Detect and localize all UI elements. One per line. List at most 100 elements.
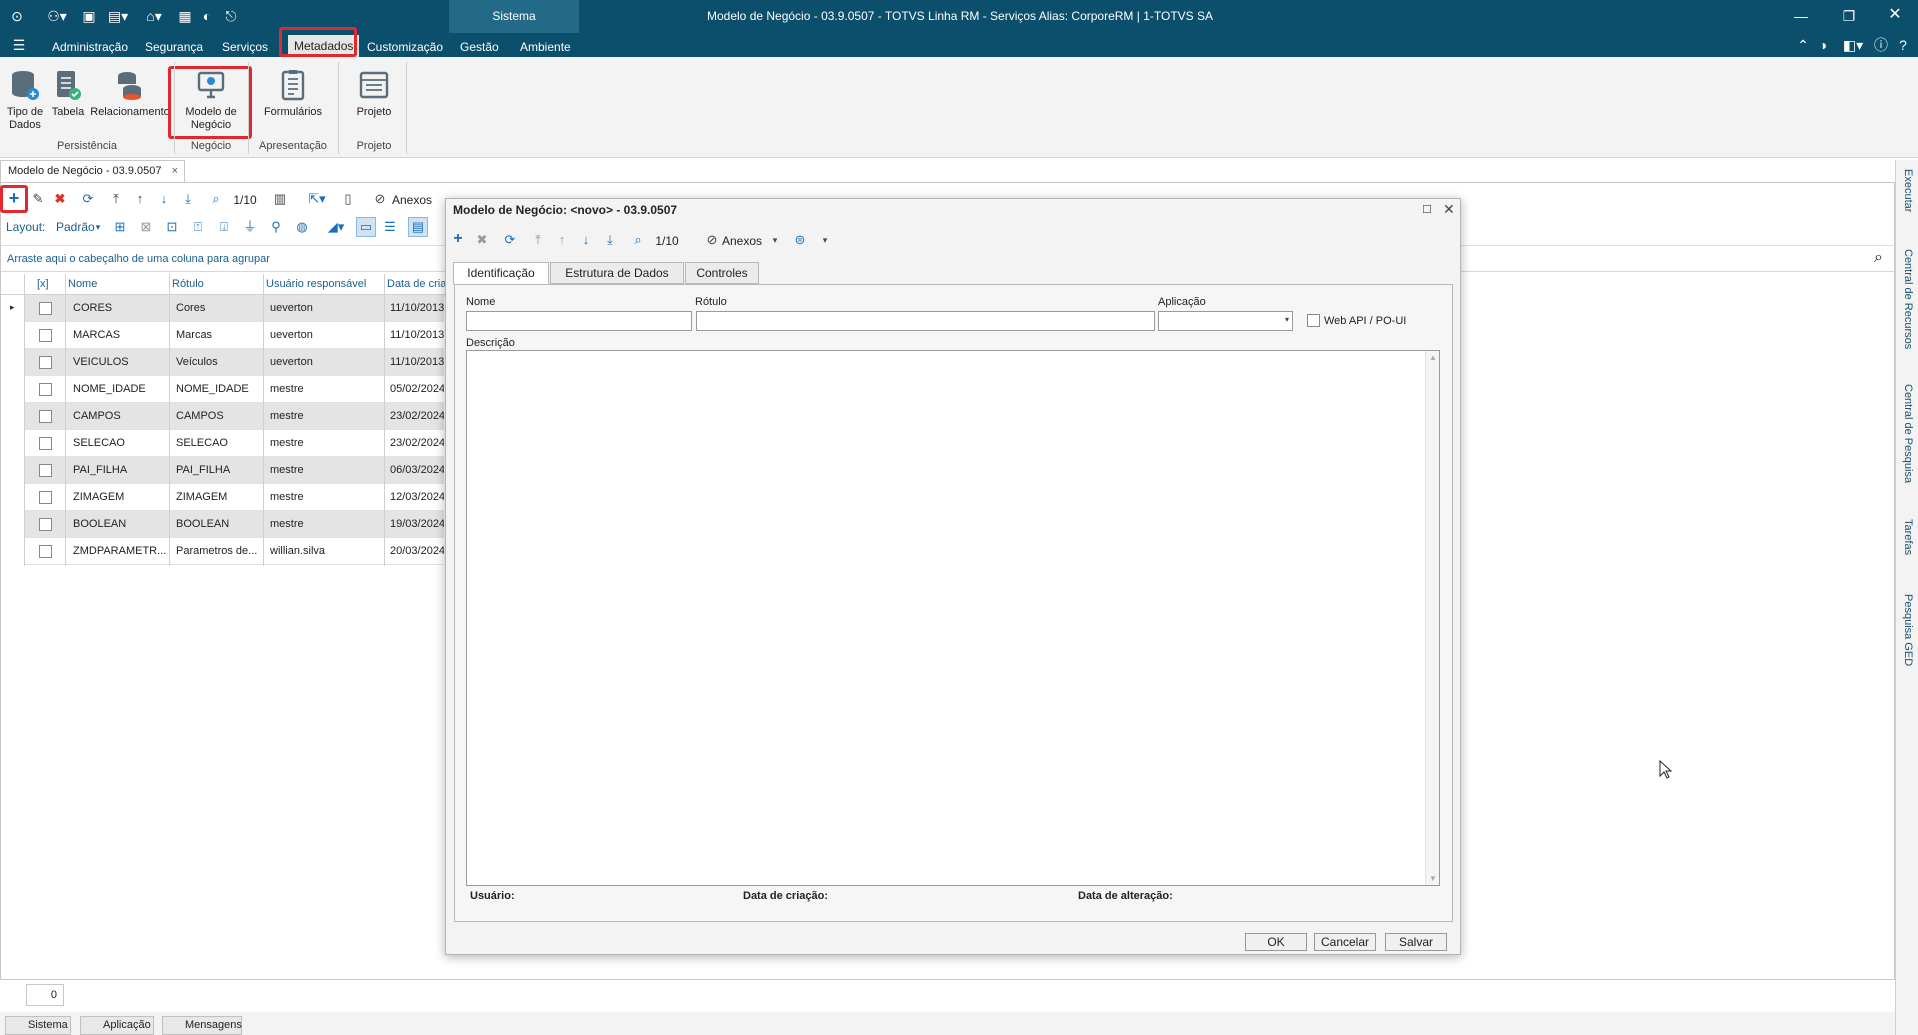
view-dropdown-icon[interactable]: ▤▾: [104, 7, 132, 25]
print-chevron-down-icon[interactable]: ▾: [820, 232, 830, 248]
ribbon-tabela-button[interactable]: Tabela: [48, 62, 88, 119]
menu-gestao[interactable]: Gestão: [460, 37, 499, 57]
totvs-logo-icon[interactable]: ⊙: [8, 7, 26, 25]
row-checkbox[interactable]: [39, 545, 52, 558]
dialog-search-icon[interactable]: ⌕: [630, 232, 646, 248]
menu-customizacao[interactable]: Customização: [367, 37, 443, 57]
menu-ambiente[interactable]: Ambiente: [520, 37, 571, 57]
menu-administracao[interactable]: Administração: [52, 37, 128, 57]
anexos-chevron-down-icon[interactable]: ▾: [770, 232, 780, 248]
dialog-refresh-icon[interactable]: ⟳: [502, 232, 518, 248]
dialog-next-icon[interactable]: ↓: [578, 232, 594, 248]
first-record-icon[interactable]: ⤒: [108, 191, 124, 207]
refresh-icon[interactable]: ⟳: [80, 191, 96, 207]
previous-record-icon[interactable]: ↑: [132, 191, 148, 207]
descricao-scrollbar[interactable]: ▲ ▼: [1425, 351, 1439, 885]
theme-icon[interactable]: ◑: [1814, 36, 1832, 54]
menu-seguranca[interactable]: Segurança: [145, 37, 203, 57]
pin-icon[interactable]: ⚲: [268, 219, 284, 235]
tab-estrutura-de-dados[interactable]: Estrutura de Dados: [550, 262, 684, 284]
row-checkbox[interactable]: [39, 329, 52, 342]
report-icon[interactable]: ▯: [340, 191, 356, 207]
table-row[interactable]: CORES Cores ueverton 11/10/2013: [24, 295, 444, 322]
salvar-button[interactable]: Salvar: [1385, 933, 1447, 951]
chevron-down-icon[interactable]: ▾: [93, 219, 103, 235]
header-usuario-responsavel[interactable]: Usuário responsável: [266, 274, 381, 294]
shapes-icon[interactable]: ◍: [294, 219, 310, 235]
table-row[interactable]: CAMPOS CAMPOS mestre 23/02/2024: [24, 403, 444, 430]
help-book-icon[interactable]: ◐: [198, 7, 216, 25]
attachment-icon[interactable]: ⊘: [372, 191, 388, 207]
dialog-new-icon[interactable]: +: [450, 231, 466, 247]
nome-input[interactable]: [466, 311, 692, 331]
view-form-icon[interactable]: ▤: [408, 217, 428, 237]
user-dropdown-icon[interactable]: ⚇▾: [42, 7, 72, 25]
download-layout-icon[interactable]: ⍗: [216, 219, 232, 235]
dialog-first-icon[interactable]: ⤒: [530, 232, 546, 248]
table-row[interactable]: ZMDPARAMETR... Parametros de... willian.si…: [24, 538, 444, 565]
ok-button[interactable]: OK: [1245, 933, 1307, 951]
document-tab-close-icon[interactable]: ×: [172, 161, 178, 181]
collapse-ribbon-icon[interactable]: ⌃: [1794, 36, 1812, 54]
statusbar-tab-sistema[interactable]: Sistema: [5, 1016, 71, 1035]
row-checkbox[interactable]: [39, 383, 52, 396]
new-record-icon[interactable]: +: [4, 189, 24, 207]
side-tab-executar[interactable]: Executar: [1898, 165, 1918, 235]
scroll-down-icon[interactable]: ▼: [1429, 874, 1437, 883]
row-checkbox[interactable]: [39, 410, 52, 423]
print-icon[interactable]: ▣: [80, 7, 98, 25]
dialog-close-icon[interactable]: ✕: [1443, 201, 1455, 218]
dialog-delete-icon[interactable]: ✖: [474, 232, 490, 248]
table-row[interactable]: NOME_IDADE NOME_IDADE mestre 05/02/2024: [24, 376, 444, 403]
upload-layout-icon[interactable]: ⍐: [190, 219, 206, 235]
info-icon[interactable]: ⓘ: [1872, 36, 1890, 54]
row-checkbox[interactable]: [39, 356, 52, 369]
ribbon-tipo-de-dados-button[interactable]: Tipo de Dados: [2, 62, 48, 132]
tab-controles[interactable]: Controles: [685, 262, 759, 284]
dialog-previous-icon[interactable]: ↑: [554, 232, 570, 248]
header-select-all[interactable]: [x]: [37, 274, 55, 294]
row-checkbox[interactable]: [39, 491, 52, 504]
grid-search-icon[interactable]: ⌕: [1874, 249, 1883, 267]
next-record-icon[interactable]: ↓: [156, 191, 172, 207]
webapi-checkbox[interactable]: [1307, 314, 1320, 327]
remove-layout-icon[interactable]: ⊠: [138, 219, 154, 235]
dialog-attachment-icon[interactable]: ⊘: [704, 232, 720, 248]
dialog-print-icon[interactable]: ⊜: [792, 232, 808, 248]
table-row[interactable]: SELECAO SELECAO mestre 23/02/2024: [24, 430, 444, 457]
last-record-icon[interactable]: ⤓: [180, 191, 196, 207]
row-checkbox[interactable]: [39, 464, 52, 477]
tab-identificacao[interactable]: Identificação: [453, 262, 549, 285]
dialog-anexos-button[interactable]: Anexos: [722, 233, 770, 249]
table-row[interactable]: PAI_FILHA PAI_FILHA mestre 06/03/2024: [24, 457, 444, 484]
rotulo-input[interactable]: [696, 311, 1155, 331]
exit-icon[interactable]: ⎋: [222, 7, 240, 25]
dialog-last-icon[interactable]: ⤓: [602, 232, 618, 248]
view-split-icon[interactable]: ☰: [382, 219, 398, 235]
calculator-icon[interactable]: ▦: [176, 7, 194, 25]
statusbar-tab-mensagens[interactable]: Mensagens: [162, 1016, 242, 1035]
table-row[interactable]: ZIMAGEM ZIMAGEM mestre 12/03/2024: [24, 484, 444, 511]
home-dropdown-icon[interactable]: ⌂▾: [140, 7, 168, 25]
close-icon[interactable]: ✕: [1886, 6, 1904, 24]
dialog-maximize-icon[interactable]: ☐: [1422, 203, 1432, 216]
scroll-up-icon[interactable]: ▲: [1429, 353, 1437, 362]
chart-dropdown-icon[interactable]: ◢▾: [322, 219, 350, 235]
table-row[interactable]: MARCAS Marcas ueverton 11/10/2013: [24, 322, 444, 349]
side-tab-central-de-recursos[interactable]: Central de Recursos: [1898, 245, 1918, 365]
header-data-criacao[interactable]: Data de cria: [387, 274, 445, 294]
edit-icon[interactable]: ✎: [30, 191, 46, 207]
header-nome[interactable]: Nome: [68, 274, 163, 294]
aplicacao-select[interactable]: ▾: [1158, 311, 1293, 331]
layout-dropdown-icon[interactable]: ◧▾: [1838, 36, 1868, 54]
side-tab-central-de-pesquisa[interactable]: Central de Pesquisa: [1898, 380, 1918, 500]
row-checkbox[interactable]: [39, 437, 52, 450]
view-list-icon[interactable]: ▭: [356, 217, 376, 237]
search-icon[interactable]: ⌕: [208, 191, 224, 207]
row-checkbox[interactable]: [39, 302, 52, 315]
ribbon-formularios-button[interactable]: Formulários: [258, 62, 328, 119]
side-tab-pesquisa-ged[interactable]: Pesquisa GED: [1898, 590, 1918, 680]
help-icon[interactable]: ?: [1894, 36, 1912, 54]
side-tab-tarefas[interactable]: Tarefas: [1898, 515, 1918, 580]
export-dropdown-icon[interactable]: ⇱▾: [302, 191, 332, 207]
